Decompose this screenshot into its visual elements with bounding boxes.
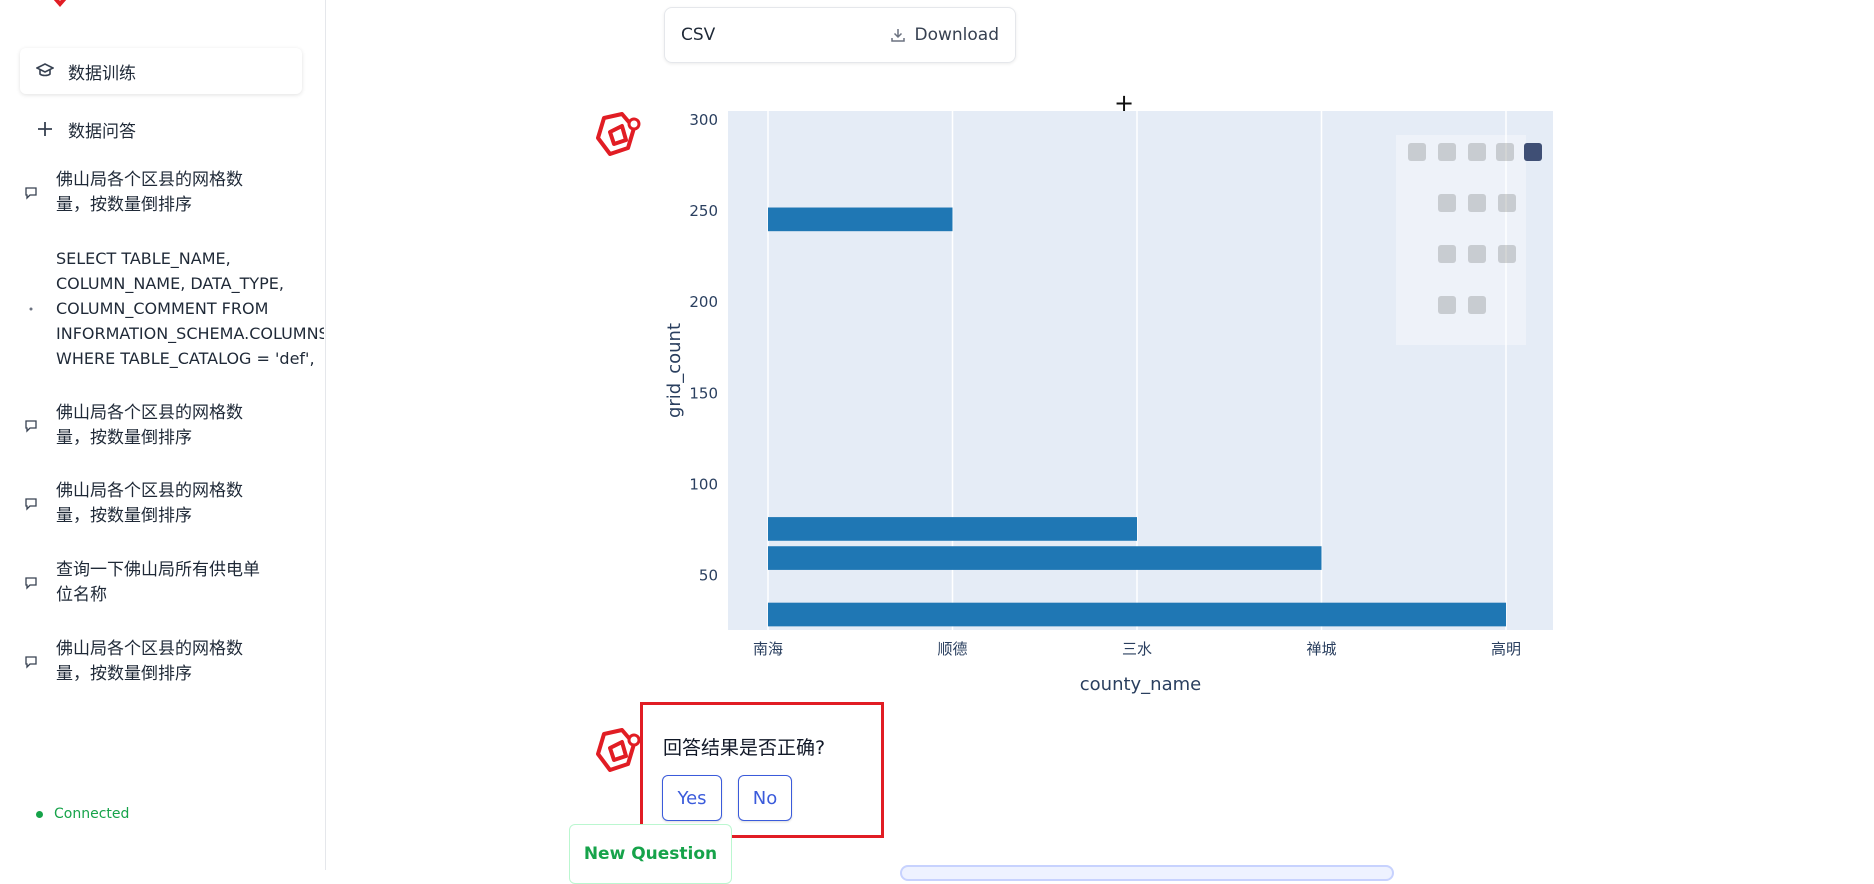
zoom-out-icon[interactable] xyxy=(1468,194,1486,212)
history-item[interactable]: 佛山局各个区县的网格数 量，按数量倒排序 xyxy=(20,401,325,451)
y-tick-label: 300 xyxy=(689,111,718,129)
message-icon xyxy=(20,186,42,200)
y-tick-label: 200 xyxy=(689,293,718,311)
chart-container: 50 100 150 200 250 300 南海 顺德 三水 禅城 高明 county_name gr… xyxy=(660,95,1560,695)
y-axis-title: grid_count xyxy=(664,323,685,418)
history-item-text: SELECT TABLE_NAME, COLUMN_NAME, DATA_TYP… xyxy=(56,249,324,368)
hover-compare-icon[interactable] xyxy=(1498,245,1516,263)
bar xyxy=(768,207,953,232)
bar xyxy=(768,546,1322,570)
lasso-icon[interactable] xyxy=(1438,296,1456,314)
y-tick-label: 150 xyxy=(689,384,718,402)
camera-icon[interactable] xyxy=(1408,143,1426,161)
assistant-avatar-icon xyxy=(596,728,641,772)
y-tick-label: 100 xyxy=(689,475,718,493)
download-icon xyxy=(891,29,906,42)
csv-label: CSV xyxy=(681,25,716,45)
status-dot-icon xyxy=(36,810,43,818)
new-question-label: New Question xyxy=(583,844,718,864)
x-tick-label: 顺德 xyxy=(937,640,967,658)
zoom-icon[interactable] xyxy=(1438,143,1456,161)
chart-modebar xyxy=(1396,135,1542,345)
history-item[interactable]: 佛山局各个区县的网格数 量，按数量倒排序 xyxy=(20,479,325,529)
message-icon xyxy=(20,655,42,669)
new-question-button[interactable]: New Question xyxy=(569,824,732,884)
message-icon xyxy=(20,306,42,312)
status-label: Connected xyxy=(54,806,130,822)
assistant-avatar-icon xyxy=(596,112,641,156)
message-icon xyxy=(20,419,42,433)
x-tick-label: 禅城 xyxy=(1306,640,1336,658)
history-item[interactable]: SELECT TABLE_NAME, COLUMN_NAME, DATA_TYP… xyxy=(20,246,325,371)
sidebar-item-label: 数据训练 xyxy=(68,63,136,84)
connection-status: Connected xyxy=(36,806,129,822)
hover-closest-icon[interactable] xyxy=(1498,194,1516,212)
yes-button[interactable]: Yes xyxy=(662,775,722,821)
plus-icon xyxy=(34,121,56,137)
history-item-text: 佛山局各个区县的网格数 量，按数量倒排序 xyxy=(56,481,243,526)
history-item[interactable]: 佛山局各个区县的网格数 量，按数量倒排序 xyxy=(20,637,325,687)
spike-lines-icon[interactable] xyxy=(1496,143,1514,161)
graduation-cap-icon xyxy=(34,63,56,79)
history-item[interactable]: 佛山局各个区县的网格数 量，按数量倒排序 xyxy=(20,168,325,218)
history-item[interactable]: 查询一下佛山局所有供电单 位名称 xyxy=(20,558,325,608)
history-item-text: 佛山局各个区县的网格数 量，按数量倒排序 xyxy=(56,639,243,684)
history-item-text: 查询一下佛山局所有供电单 位名称 xyxy=(56,560,260,605)
message-icon xyxy=(20,576,42,590)
bar xyxy=(768,517,1137,541)
sidebar: 数据训练 数据问答 佛山局各个区县的网格数 量，按数量倒排序 SELECT TA… xyxy=(0,0,326,870)
zoom-in-icon[interactable] xyxy=(1468,143,1486,161)
logo-icon xyxy=(53,0,67,8)
autoscale-icon[interactable] xyxy=(1468,245,1486,263)
question-input-bar[interactable] xyxy=(900,865,1394,881)
no-button[interactable]: No xyxy=(738,775,792,821)
feedback-box: 回答结果是否正确? Yes No xyxy=(640,702,884,838)
download-label: Download xyxy=(914,25,999,45)
message-icon xyxy=(20,497,42,511)
reset-axes-icon[interactable] xyxy=(1468,296,1486,314)
sidebar-item-data-qa[interactable]: 数据问答 xyxy=(20,114,302,144)
x-tick-label: 南海 xyxy=(753,640,783,658)
history-item-text: 佛山局各个区县的网格数 量，按数量倒排序 xyxy=(56,170,243,215)
bar xyxy=(768,602,1506,627)
sidebar-item-label: 数据问答 xyxy=(68,121,136,142)
box-select-icon[interactable] xyxy=(1438,245,1456,263)
pan-icon[interactable] xyxy=(1438,194,1456,212)
history-item-text: 佛山局各个区县的网格数 量，按数量倒排序 xyxy=(56,403,243,448)
feedback-question: 回答结果是否正确? xyxy=(663,737,826,759)
x-tick-label: 高明 xyxy=(1491,640,1521,658)
crosshair-cursor-icon: + xyxy=(1114,89,1135,117)
csv-export-box: CSV Download xyxy=(664,7,1016,63)
y-tick-label: 250 xyxy=(689,202,718,220)
x-tick-label: 三水 xyxy=(1122,640,1152,658)
x-axis-title: county_name xyxy=(1080,674,1201,695)
y-tick-label: 50 xyxy=(699,566,718,584)
download-button[interactable]: Download xyxy=(890,25,999,45)
sidebar-item-data-training[interactable]: 数据训练 xyxy=(20,48,302,94)
plotly-logo-icon[interactable] xyxy=(1524,143,1542,161)
